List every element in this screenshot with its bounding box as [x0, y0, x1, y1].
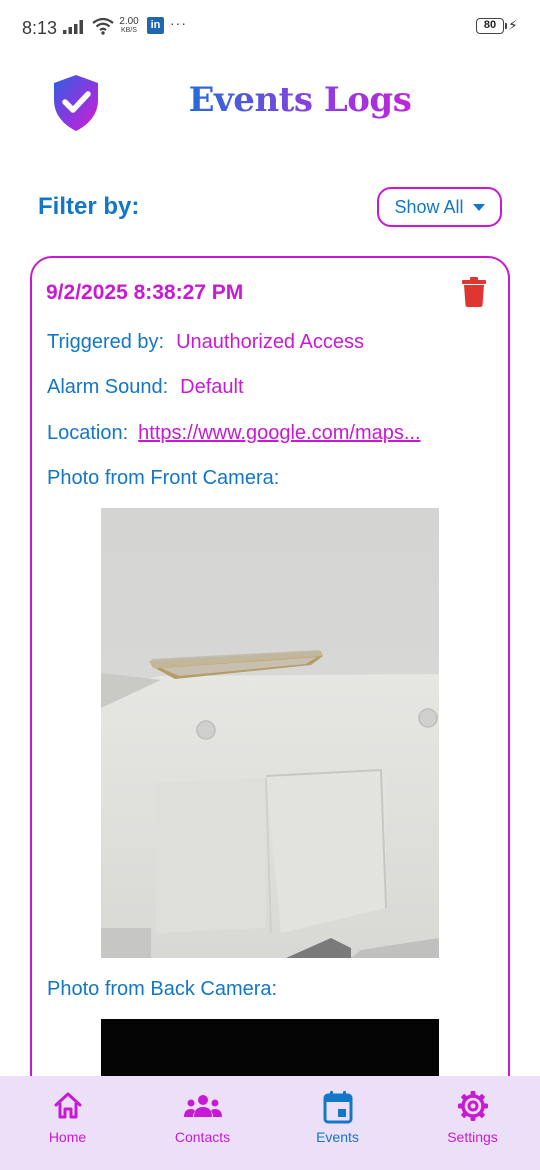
filter-selected-value: Show All: [394, 196, 464, 217]
network-speed: 2.00 KB/S: [118, 17, 140, 35]
alarm-sound-value: Default: [180, 376, 244, 398]
gear-icon: [457, 1091, 488, 1121]
charging-icon: ⚡: [508, 17, 518, 33]
status-bar: 8:13 2.00 KB/S in ··· 80 ⚡: [0, 0, 540, 56]
filter-dropdown[interactable]: Show All: [377, 187, 502, 227]
nav-home[interactable]: Home: [0, 1076, 135, 1170]
nav-settings-label: Settings: [447, 1129, 498, 1145]
shield-check-logo-icon: [54, 75, 98, 131]
location-label: Location:: [47, 422, 129, 444]
page-title: Events Logs: [180, 80, 420, 120]
network-speed-value: 2.00: [119, 16, 139, 27]
triggered-by-value: Unauthorized Access: [176, 331, 364, 353]
delete-trash-icon[interactable]: [462, 277, 486, 307]
triggered-by-row: Triggered by: Unauthorized Access: [47, 331, 364, 354]
front-camera-photo[interactable]: [101, 508, 439, 958]
front-camera-label: Photo from Front Camera:: [47, 467, 280, 489]
triggered-by-label: Triggered by:: [47, 331, 165, 353]
contacts-icon: [183, 1095, 222, 1117]
home-icon: [54, 1092, 81, 1119]
wifi-icon: [92, 17, 114, 35]
network-speed-unit: KB/S: [121, 27, 137, 34]
nav-contacts-label: Contacts: [174, 1129, 231, 1145]
nav-events[interactable]: Events: [270, 1076, 405, 1170]
filter-label: Filter by:: [38, 193, 140, 220]
caret-down-icon: [472, 203, 485, 211]
back-camera-label: Photo from Back Camera:: [47, 978, 278, 1000]
nav-home-label: Home: [48, 1129, 87, 1145]
events-logs-screen: 8:13 2.00 KB/S in ··· 80 ⚡ Events Logs F…: [0, 0, 540, 1170]
nav-events-label: Events: [316, 1129, 359, 1145]
status-time: 8:13: [22, 18, 58, 38]
alarm-sound-label: Alarm Sound:: [47, 376, 169, 398]
cell-signal-icon: [63, 20, 83, 34]
bottom-navigation: Home Contacts Events Settings: [0, 1076, 540, 1170]
battery-indicator: 80: [476, 18, 507, 34]
event-datetime: 9/2/2025 8:38:27 PM: [46, 281, 244, 304]
nav-settings[interactable]: Settings: [405, 1076, 540, 1170]
calendar-icon: [323, 1091, 352, 1124]
linkedin-notification-icon: in: [147, 17, 164, 34]
nav-contacts[interactable]: Contacts: [135, 1076, 270, 1170]
alarm-sound-row: Alarm Sound: Default: [47, 376, 244, 399]
location-link[interactable]: https://www.google.com/maps...: [138, 422, 420, 445]
location-row: Location: https://www.google.com/maps...: [47, 422, 421, 445]
more-notifications-icon: ···: [170, 15, 187, 31]
